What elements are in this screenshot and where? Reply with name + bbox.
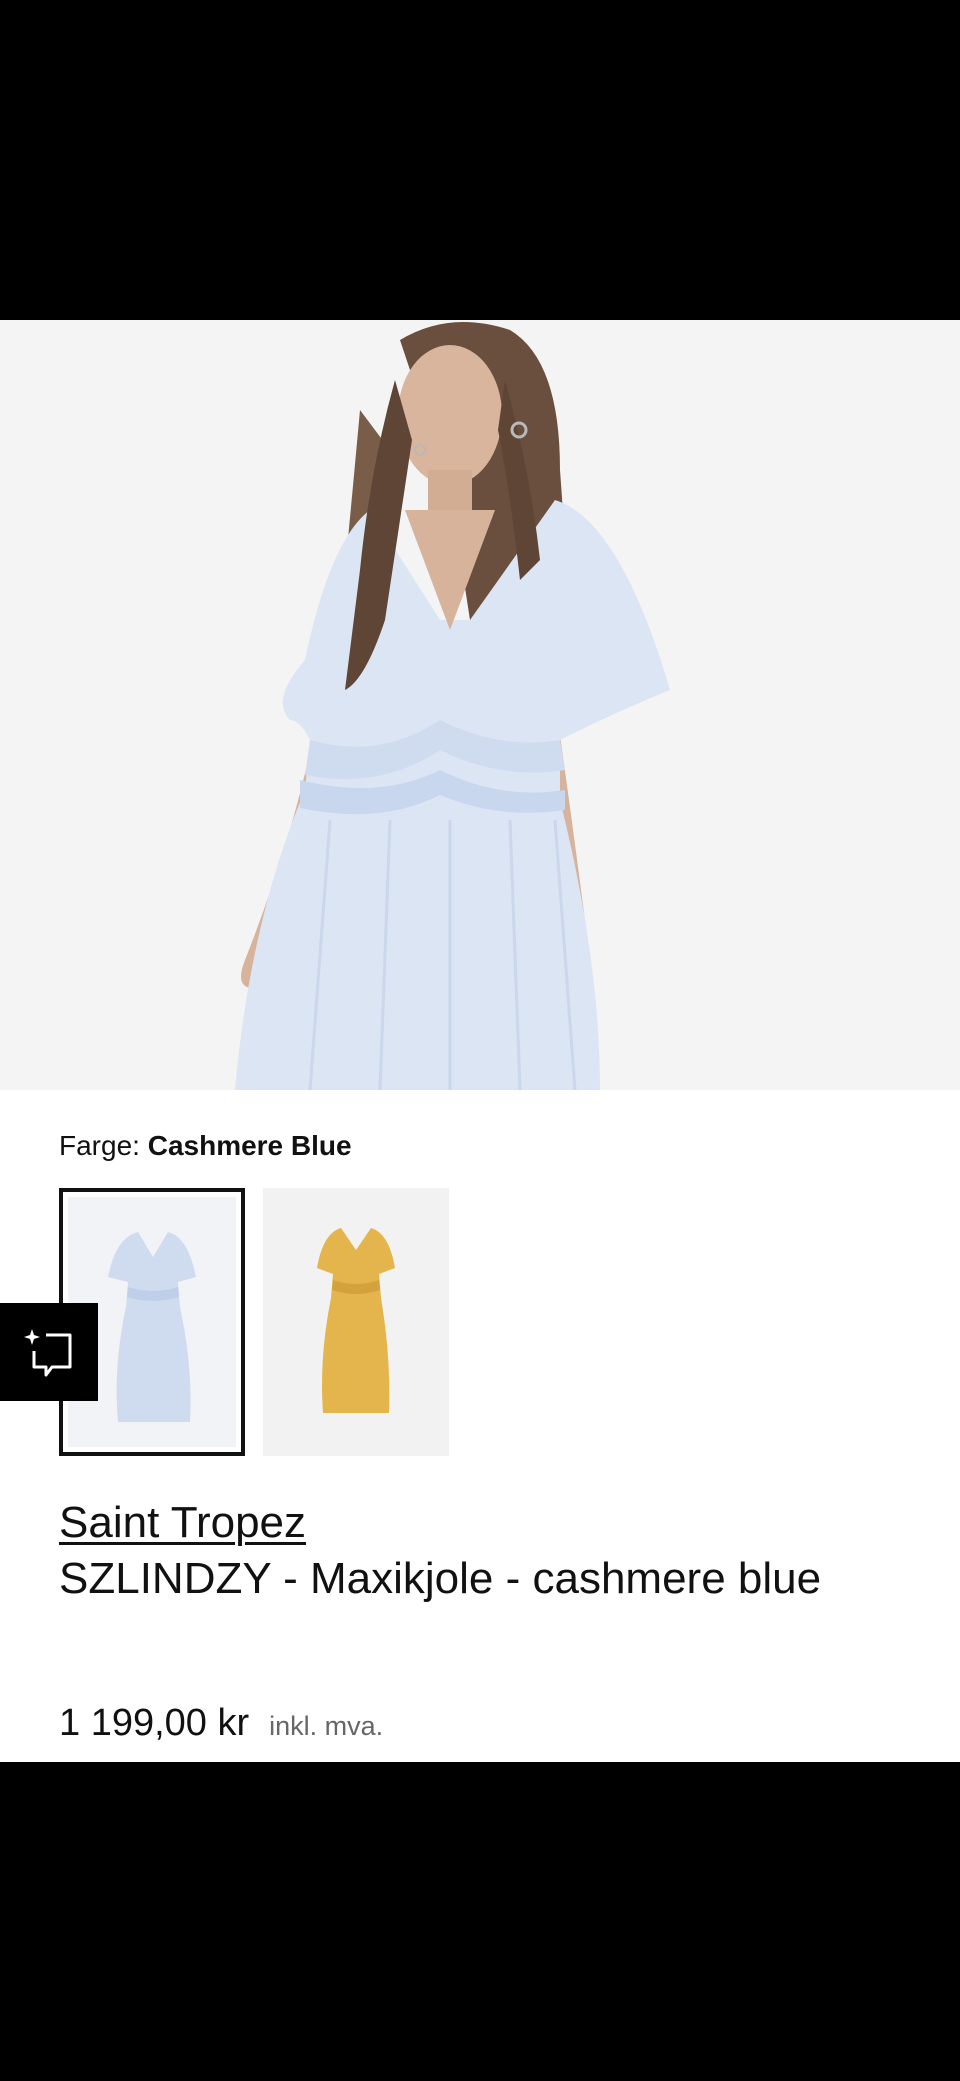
product-info: Farge: Cashmere Blue Saint Tropez SZLIND…: [0, 1090, 960, 1762]
brand-link[interactable]: Saint Tropez: [59, 1498, 306, 1548]
vat-note: inkl. mva.: [269, 1711, 384, 1741]
selected-color-name: Cashmere Blue: [147, 1130, 352, 1161]
bottom-overlay: [0, 1762, 960, 2081]
sparkle-feedback-icon: [24, 1329, 72, 1377]
swatch-yellow[interactable]: [263, 1188, 449, 1456]
model-photo: [0, 320, 960, 1090]
status-bar-area: [0, 0, 960, 320]
price: 1 199,00 kr: [59, 1702, 250, 1744]
product-title: SZLINDZY - Maxikjole - cashmere blue: [59, 1554, 822, 1603]
color-label: Farge: Cashmere Blue: [59, 1130, 352, 1161]
yellow-dress-thumbnail: [317, 1228, 395, 1413]
product-image[interactable]: [0, 320, 960, 1090]
price-row: 1 199,00 kr inkl. mva.: [59, 1702, 383, 1745]
feedback-button[interactable]: [0, 1303, 98, 1401]
